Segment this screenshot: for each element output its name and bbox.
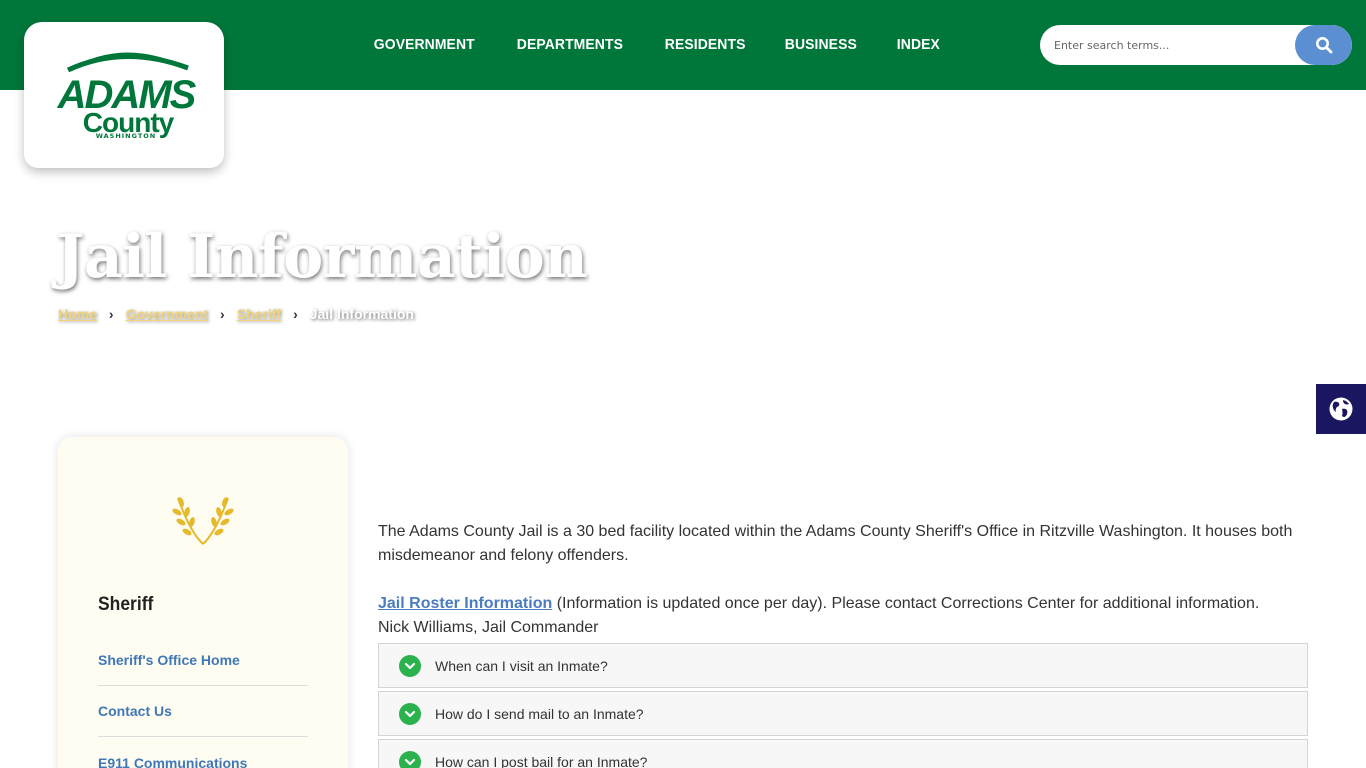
nav-index[interactable]: INDEX (881, 26, 956, 64)
chevron-down-icon (399, 750, 421, 768)
sidebar-link[interactable]: Sheriff's Office Home (98, 652, 240, 668)
breadcrumb-current: Jail Information (309, 306, 414, 322)
sidebar-link[interactable]: E911 Communications (98, 755, 247, 768)
sidebar-links: Sheriff's Office Home Contact Us E911 Co… (98, 635, 308, 768)
sidebar-item-e911-communications: E911 Communications (98, 737, 308, 768)
sidebar-item-contact-us: Contact Us (98, 686, 308, 737)
nav-departments[interactable]: DEPARTMENTS (501, 26, 639, 64)
breadcrumb-sheriff[interactable]: Sheriff (237, 306, 281, 322)
roster-paragraph: Jail Roster Information (Information is … (378, 592, 1308, 616)
adams-county-logo[interactable]: ADAMS County WASHINGTON (24, 22, 224, 168)
main-content: The Adams County Jail is a 30 bed facili… (378, 520, 1308, 640)
roster-note: (Information is updated once per day). P… (552, 595, 1260, 612)
commander-text: Nick Williams, Jail Commander (378, 619, 599, 636)
faq-item-visit[interactable]: When can I visit an Inmate? (378, 643, 1308, 688)
nav-government[interactable]: GOVERNMENT (358, 26, 491, 64)
globe-icon (1329, 397, 1353, 421)
faq-accordion: When can I visit an Inmate? How do I sen… (378, 643, 1308, 768)
faq-question: How do I send mail to an Inmate? (435, 705, 644, 722)
sidebar-item-sheriffs-office-home: Sheriff's Office Home (98, 635, 308, 686)
search-input[interactable] (1040, 25, 1298, 65)
page-title: Jail Information (56, 222, 588, 292)
logo-graphic: ADAMS County WASHINGTON (57, 52, 199, 140)
sidebar: Sheriff Sheriff's Office Home Contact Us… (58, 437, 348, 768)
breadcrumb-separator: › (293, 306, 298, 322)
search-icon (1315, 37, 1332, 54)
faq-item-mail[interactable]: How do I send mail to an Inmate? (378, 691, 1308, 736)
nav-residents[interactable]: RESIDENTS (649, 26, 761, 64)
breadcrumb-separator: › (220, 306, 225, 322)
breadcrumb-home[interactable]: Home (58, 306, 97, 322)
faq-item-bail[interactable]: How can I post bail for an Inmate? (378, 739, 1308, 768)
sidebar-title: Sheriff (98, 594, 154, 615)
search-box (1040, 25, 1352, 65)
sidebar-link[interactable]: Contact Us (98, 703, 172, 719)
faq-question: How can I post bail for an Inmate? (435, 753, 648, 768)
main-nav: GOVERNMENT DEPARTMENTS RESIDENTS BUSINES… (358, 26, 961, 64)
translate-button[interactable] (1316, 384, 1366, 434)
chevron-down-icon (399, 654, 421, 677)
chevron-down-icon (399, 702, 421, 725)
breadcrumb-government[interactable]: Government (126, 306, 208, 322)
logo-line3: WASHINGTON (96, 132, 157, 140)
nav-business[interactable]: BUSINESS (769, 26, 873, 64)
search-button[interactable] (1295, 25, 1352, 65)
jail-roster-link[interactable]: Jail Roster Information (378, 595, 552, 612)
breadcrumb: Home › Government › Sheriff › Jail Infor… (58, 306, 414, 322)
intro-paragraph: The Adams County Jail is a 30 bed facili… (378, 523, 1293, 564)
faq-question: When can I visit an Inmate? (435, 657, 608, 674)
wheat-laurel-icon (172, 492, 234, 553)
breadcrumb-separator: › (108, 306, 114, 322)
